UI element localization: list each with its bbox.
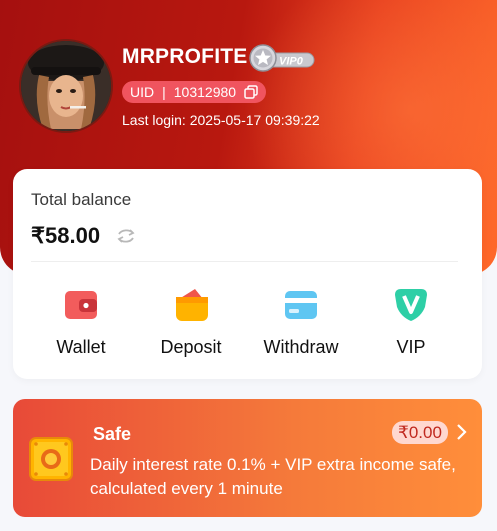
balance-value: ₹58.00 bbox=[31, 223, 101, 248]
uid-value: 10312980 bbox=[173, 84, 237, 100]
chevron-right-icon[interactable] bbox=[455, 422, 469, 447]
uid-label: UID bbox=[130, 84, 155, 100]
vip-badge-label: VIP0 bbox=[279, 56, 304, 68]
uid-pill: UID | 10312980 bbox=[122, 81, 267, 103]
deposit-button[interactable]: Deposit bbox=[141, 285, 241, 358]
safe-icon bbox=[27, 435, 75, 488]
balance-label: Total balance bbox=[31, 190, 132, 209]
wallet-button[interactable]: Wallet bbox=[31, 285, 131, 358]
deposit-label: Deposit bbox=[160, 337, 222, 357]
wallet-label: Wallet bbox=[56, 337, 106, 357]
balance-card: Total balance ₹58.00 Wallet Deposit With… bbox=[13, 169, 482, 379]
deposit-icon bbox=[171, 285, 211, 325]
avatar-image bbox=[21, 41, 111, 131]
vip-button[interactable]: VIP bbox=[361, 285, 461, 358]
vip-icon bbox=[391, 285, 431, 325]
refresh-icon[interactable] bbox=[113, 223, 139, 254]
last-login: Last login: 2025-05-17 09:39:22 bbox=[122, 112, 320, 128]
divider bbox=[31, 261, 458, 262]
wallet-icon bbox=[61, 285, 101, 325]
withdraw-label: Withdraw bbox=[263, 337, 339, 357]
username: MRPROFITE bbox=[122, 45, 248, 68]
safe-amount: ₹0.00 bbox=[392, 421, 448, 444]
avatar[interactable] bbox=[19, 39, 113, 133]
withdraw-icon bbox=[281, 285, 321, 325]
safe-title: Safe bbox=[93, 424, 132, 444]
vip-star-icon: VIP0 bbox=[249, 44, 315, 72]
uid-separator: | bbox=[162, 84, 166, 100]
safe-banner[interactable]: Safe ₹0.00 Daily interest rate 0.1% + VI… bbox=[13, 399, 482, 517]
vip-badge: VIP0 bbox=[248, 43, 316, 78]
copy-icon[interactable] bbox=[244, 85, 258, 99]
vip-label: VIP bbox=[396, 337, 426, 357]
withdraw-button[interactable]: Withdraw bbox=[251, 285, 351, 358]
safe-description: Daily interest rate 0.1% + VIP extra inc… bbox=[90, 455, 456, 498]
